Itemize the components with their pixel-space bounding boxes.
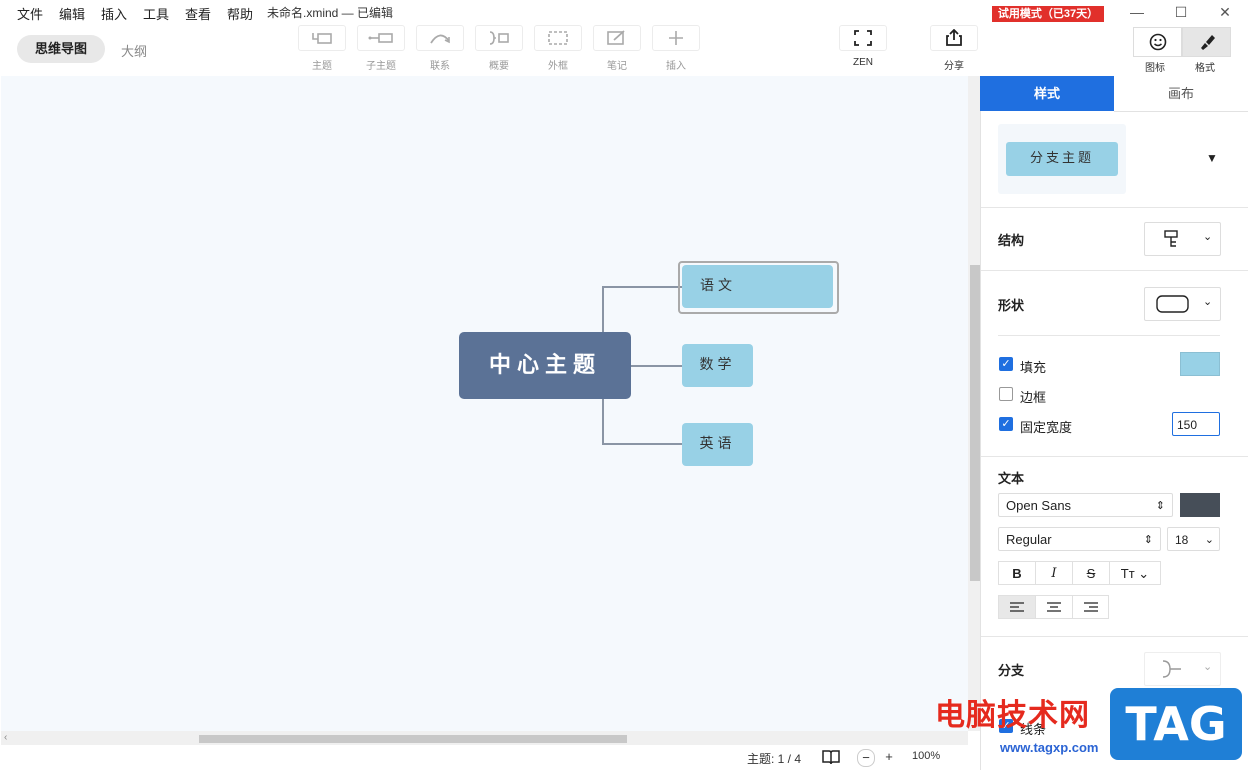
font-size-select[interactable]: 18 ⌄	[1167, 527, 1220, 551]
trial-badge[interactable]: 试用模式（已37天）	[992, 6, 1104, 22]
updown-icon: ⇕	[1155, 500, 1165, 512]
icons-label: 图标	[1145, 63, 1165, 74]
fill-color-swatch[interactable]	[1180, 352, 1220, 376]
style-preview-topic: 分支主题	[1006, 142, 1118, 176]
italic-button[interactable]: I	[1035, 561, 1072, 585]
divider	[981, 270, 1248, 271]
font-size-value: 18	[1175, 533, 1189, 547]
icons-panel-button[interactable]	[1133, 27, 1182, 57]
zoom-level[interactable]: 100%	[912, 750, 940, 762]
rounded-rect-icon	[1156, 295, 1189, 313]
align-center-button[interactable]	[1035, 595, 1072, 619]
divider	[981, 207, 1248, 208]
brush-icon	[1200, 35, 1215, 50]
fixed-width-label: 固定宽度	[1020, 420, 1073, 435]
font-weight-value: Regular	[1006, 532, 1052, 547]
divider	[981, 456, 1248, 457]
align-right-icon	[1083, 602, 1098, 612]
branch-curve-icon	[1162, 660, 1181, 678]
align-left-button[interactable]	[998, 595, 1035, 619]
zoom-in-button[interactable]: +	[881, 749, 897, 765]
chevron-down-icon: ⌄	[1203, 231, 1213, 243]
emoji-icon	[1149, 33, 1166, 51]
preview-dropdown-icon[interactable]: ▼	[1206, 151, 1218, 165]
close-icon[interactable]: ✕	[1215, 3, 1235, 21]
text-case-button[interactable]: Tт ⌄	[1109, 561, 1161, 585]
text-color-swatch[interactable]	[1180, 493, 1220, 517]
align-center-icon	[1047, 602, 1061, 612]
branch-topic-math[interactable]: 数学	[682, 344, 753, 387]
vertical-scroll-thumb[interactable]	[970, 265, 980, 581]
divider	[998, 335, 1220, 336]
border-label: 边框	[1020, 390, 1047, 405]
shape-dropdown[interactable]: ⌄	[1144, 287, 1221, 321]
central-topic[interactable]: 中心主题	[459, 332, 631, 399]
minimize-icon[interactable]: —	[1127, 3, 1147, 21]
tab-canvas[interactable]: 画布	[1114, 76, 1248, 112]
maximize-icon[interactable]: ☐	[1171, 3, 1191, 21]
divider	[981, 636, 1248, 637]
structure-icon	[1164, 230, 1178, 247]
format-label: 格式	[1195, 63, 1215, 74]
shape-label: 形状	[998, 298, 1025, 313]
bold-button[interactable]: B	[998, 561, 1035, 585]
format-panel-button[interactable]	[1182, 27, 1231, 57]
chevron-down-icon: ⌄	[1203, 296, 1213, 308]
zoom-out-button[interactable]: −	[857, 749, 875, 767]
chevron-down-icon: ⌄	[1203, 661, 1213, 673]
tab-style[interactable]: 样式	[980, 76, 1114, 111]
font-weight-select[interactable]: Regular ⇕	[998, 527, 1161, 551]
structure-label: 结构	[998, 233, 1025, 248]
watermark-url: www.tagxp.com	[1000, 740, 1099, 755]
border-checkbox[interactable]	[999, 387, 1013, 401]
branch-topic-chinese[interactable]: 语文	[682, 265, 833, 308]
horizontal-scroll-thumb[interactable]	[199, 735, 627, 743]
topic-count: 主题: 1 / 4	[747, 752, 802, 766]
branch-section-label: 分支	[998, 663, 1025, 678]
fixed-width-checkbox[interactable]: ✓	[999, 417, 1013, 431]
font-family-value: Open Sans	[1006, 498, 1072, 513]
scroll-left-icon[interactable]: ‹	[4, 732, 7, 743]
fill-checkbox[interactable]: ✓	[999, 357, 1013, 371]
chevron-down-icon: ⌄	[1204, 534, 1214, 546]
align-left-icon	[1010, 602, 1024, 612]
updown-icon: ⇕	[1143, 534, 1153, 546]
book-icon[interactable]	[822, 749, 840, 765]
tag-logo: TAG	[1110, 688, 1242, 760]
fill-label: 填充	[1020, 360, 1047, 375]
align-right-button[interactable]	[1072, 595, 1109, 619]
fixed-width-input[interactable]: 150	[1172, 412, 1220, 436]
branch-topic-english[interactable]: 英语	[682, 423, 753, 466]
branch-style-dropdown[interactable]: ⌄	[1144, 652, 1221, 686]
font-family-select[interactable]: Open Sans ⇕	[998, 493, 1173, 517]
strikethrough-button[interactable]: S	[1072, 561, 1109, 585]
watermark-text: 电脑技术网	[935, 698, 1090, 733]
structure-dropdown[interactable]: ⌄	[1144, 222, 1221, 256]
text-section-label: 文本	[998, 471, 1025, 486]
